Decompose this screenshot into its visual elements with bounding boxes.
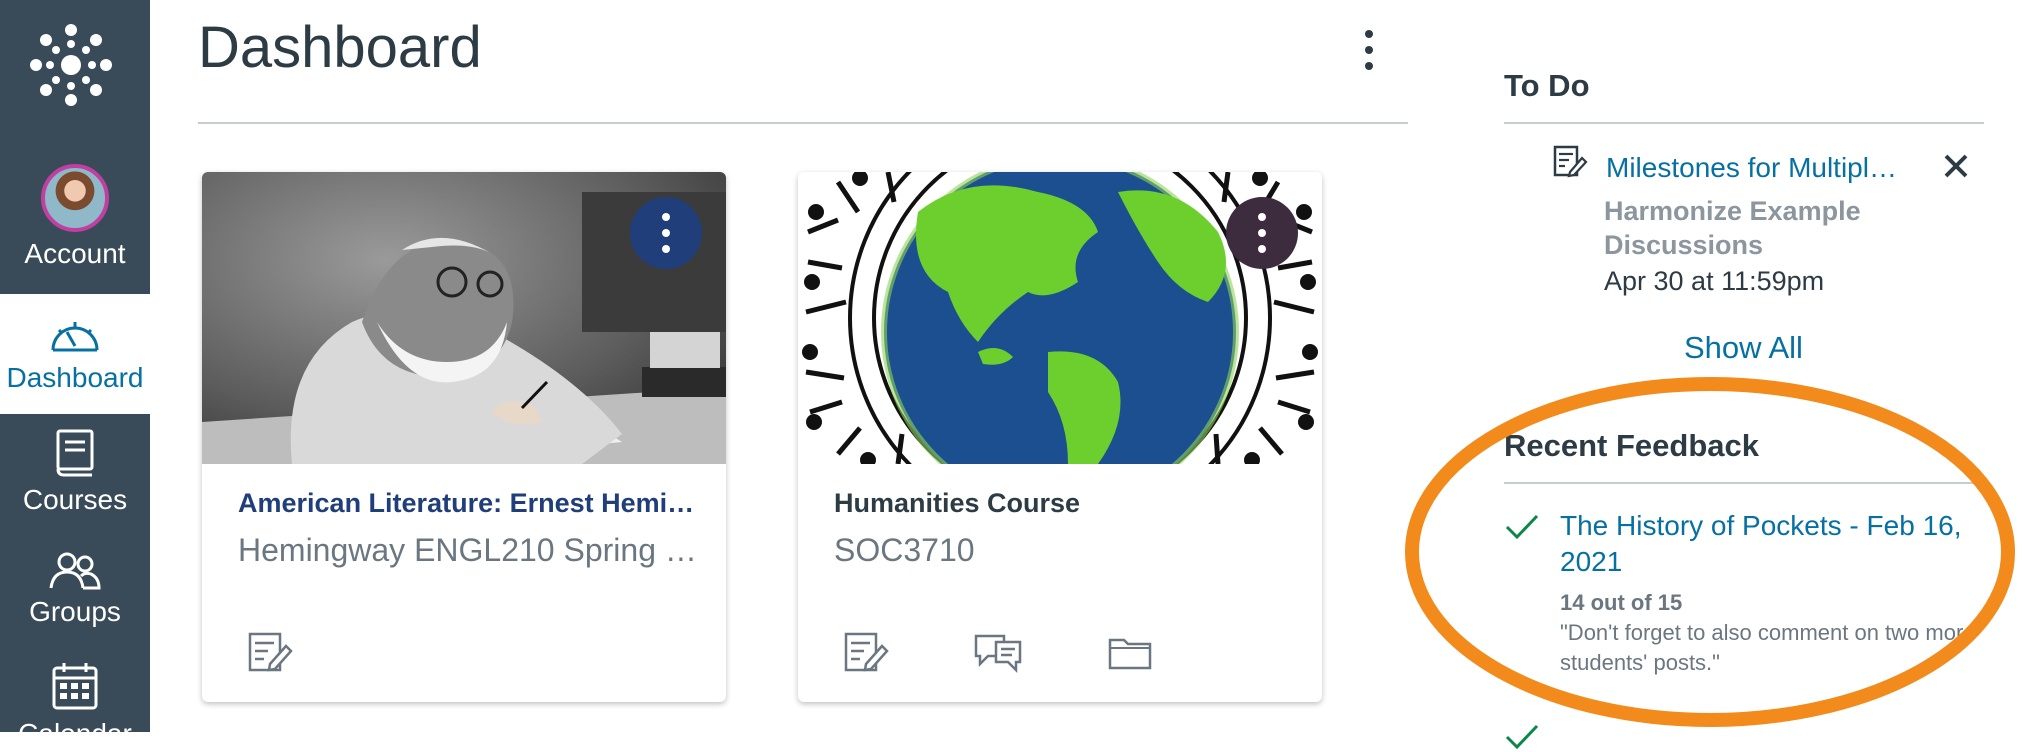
course-card-title[interactable]: Humanities Course [834,488,1294,519]
course-card-title[interactable]: American Literature: Ernest Hemingway [238,488,698,519]
checkmark-icon [1505,514,1539,540]
card-options-button[interactable] [1226,197,1298,269]
kebab-dot [662,229,670,237]
feedback-comment: "Don't forget to also comment on two mor… [1560,620,1976,675]
course-card-code: Hemingway ENGL210 Spring 2021 [238,532,698,568]
divider [1504,482,1984,484]
feedback-item-link[interactable]: The History of Pockets - Feb 16, 2021 [1560,508,1980,580]
nav-item-courses[interactable]: Courses [0,428,150,528]
kebab-dot [1365,30,1373,38]
nav-account-label: Account [24,238,126,269]
close-icon[interactable] [1940,150,1972,182]
kebab-dot [662,245,670,253]
kebab-dot [1258,213,1266,221]
checkmark-icon [1505,724,1539,750]
course-card[interactable]: American Literature: Ernest Hemingway He… [202,172,726,702]
page-title: Dashboard [198,15,482,80]
files-folder-icon[interactable] [1102,624,1158,680]
nav-calendar-label: Calendar [0,718,150,732]
nav-item-calendar[interactable]: Calendar [0,662,150,732]
discussions-icon[interactable] [970,624,1026,680]
kebab-dot [662,213,670,221]
nav-item-dashboard[interactable]: Dashboard [0,294,150,414]
dashboard-options-button[interactable] [1354,30,1384,78]
course-card-code: SOC3710 [834,532,975,568]
nav-courses-label: Courses [22,484,128,515]
course-card[interactable]: Humanities Course SOC3710 [798,172,1322,702]
nav-item-account[interactable]: Account [0,164,150,292]
todo-item-due-date: Apr 30 at 11:59pm [1604,266,1825,296]
groups-icon [49,552,101,590]
assignments-icon[interactable] [838,624,894,680]
nav-dashboard-label: Dashboard [6,362,144,393]
avatar [41,164,109,232]
nav-item-groups[interactable]: Groups [0,550,150,650]
courses-book-icon [56,429,94,477]
kebab-dot [1258,229,1266,237]
kebab-dot [1365,46,1373,54]
card-options-button[interactable] [630,197,702,269]
nav-groups-label: Groups [29,596,121,627]
assignments-icon[interactable] [242,624,298,680]
course-card-image[interactable] [202,172,726,464]
assignment-icon [1553,145,1588,178]
dashboard-icon [51,322,99,352]
kebab-dot [1365,62,1373,70]
recent-feedback-heading: Recent Feedback [1504,428,1759,463]
global-nav: Account Dashboard Courses Groups [0,0,150,732]
todo-item-course: Harmonize Example Discussions [1604,196,1861,260]
todo-heading: To Do [1504,68,1590,103]
divider [198,122,1408,124]
feedback-score: 14 out of 15 [1560,590,1683,615]
calendar-icon [52,663,98,710]
todo-item-link[interactable]: Milestones for Multiple Submissions [1606,152,1906,184]
course-card-image[interactable] [798,172,1322,464]
show-all-link[interactable]: Show All [1684,330,1803,366]
canvas-logo-icon[interactable] [28,22,114,108]
divider [1504,122,1984,124]
kebab-dot [1258,245,1266,253]
